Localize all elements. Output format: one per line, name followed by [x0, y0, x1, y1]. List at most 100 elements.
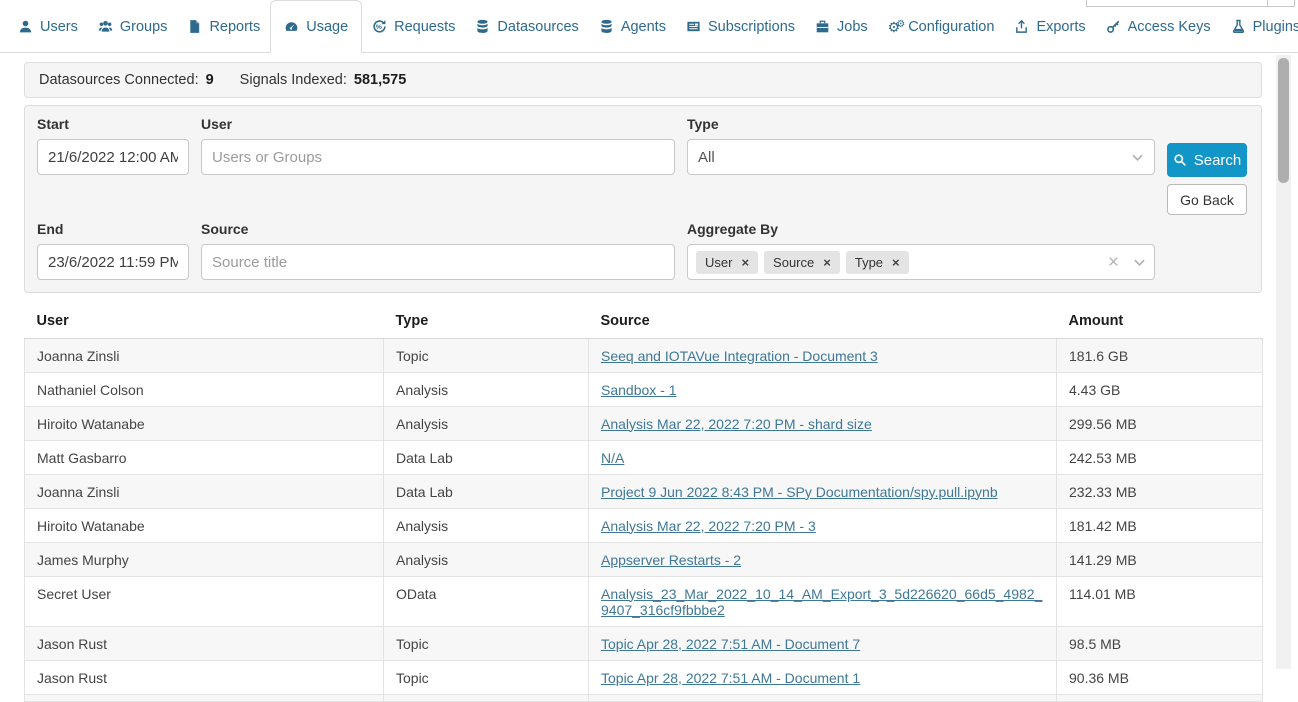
amount-cell: 299.56 MB — [1057, 407, 1263, 441]
amount-cell: 181.42 MB — [1057, 509, 1263, 543]
tab-groups[interactable]: Groups — [88, 0, 178, 53]
user-cell: Joanna Zinsli — [25, 475, 384, 509]
tab-exports[interactable]: Exports — [1004, 0, 1095, 53]
chevron-down-icon — [1133, 256, 1146, 269]
tab-agents[interactable]: Agents — [589, 0, 676, 53]
type-cell: Analysis — [384, 509, 589, 543]
main-content: Datasources Connected: 9 Signals Indexed… — [24, 62, 1262, 702]
aggregate-tags: User×Source×Type× — [696, 251, 1102, 274]
type-field-group: Type All — [687, 116, 1155, 215]
amount-cell: 4.43 GB — [1057, 373, 1263, 407]
aggregate-by-multiselect[interactable]: User×Source×Type× × — [687, 244, 1155, 280]
tab-label: Users — [40, 19, 78, 35]
source-cell: Topic Apr 28, 2022 7:51 AM - Document 7 — [589, 627, 1057, 661]
source-link[interactable]: Appserver Restarts - 2 — [601, 552, 741, 568]
type-cell: Analysis — [384, 373, 589, 407]
tab-access-keys[interactable]: Access Keys — [1096, 0, 1221, 53]
search-button-label: Search — [1194, 152, 1242, 169]
end-field-group: End — [37, 221, 189, 280]
start-field-group: Start — [37, 116, 189, 215]
column-header-amount: Amount — [1057, 303, 1263, 339]
tab-configuration[interactable]: ⚙⚙Configuration — [878, 0, 1005, 53]
remove-tag-icon[interactable]: × — [892, 256, 900, 269]
user-cell: Jason Rust — [25, 627, 384, 661]
table-row: Matt GasbarroData LabN/A242.53 MB — [25, 441, 1263, 475]
usage-table-body: Joanna ZinsliTopicSeeq and IOTAVue Integ… — [25, 339, 1263, 702]
partial-cell — [25, 695, 384, 702]
table-row: Joanna ZinsliData LabProject 9 Jun 2022 … — [25, 475, 1263, 509]
user-field-group: User — [201, 116, 675, 215]
user-cell: James Murphy — [25, 543, 384, 577]
table-row: Jason RustTopicTopic Apr 28, 2022 7:51 A… — [25, 661, 1263, 695]
source-label: Source — [201, 221, 675, 237]
clear-all-icon[interactable]: × — [1108, 253, 1119, 272]
column-header-type: Type — [384, 303, 589, 339]
tab-requests[interactable]: % Requests — [362, 0, 465, 53]
type-cell: Analysis — [384, 543, 589, 577]
source-link[interactable]: Analysis_23_Mar_2022_10_14_AM_Export_3_5… — [601, 586, 1042, 618]
source-cell: Analysis Mar 22, 2022 7:20 PM - 3 — [589, 509, 1057, 543]
remove-tag-icon[interactable]: × — [741, 256, 749, 269]
user-cell: Hiroito Watanabe — [25, 509, 384, 543]
type-select[interactable]: All — [687, 139, 1155, 175]
tab-label: Plugins — [1253, 19, 1298, 35]
partial-cell — [384, 695, 589, 702]
type-cell: Data Lab — [384, 441, 589, 475]
source-link[interactable]: Topic Apr 28, 2022 7:51 AM - Document 7 — [601, 636, 860, 652]
go-back-button[interactable]: Go Back — [1167, 184, 1247, 215]
stat-value: 9 — [206, 72, 214, 88]
source-link[interactable]: Seeq and IOTAVue Integration - Document … — [601, 348, 878, 364]
source-link[interactable]: N/A — [601, 450, 624, 466]
user-cell: Hiroito Watanabe — [25, 407, 384, 441]
search-button[interactable]: Search — [1167, 143, 1247, 177]
tab-label: Requests — [394, 19, 455, 35]
aggregate-tag-type: Type × — [846, 251, 909, 274]
tab-plugins[interactable]: Plugins — [1221, 0, 1298, 53]
amount-cell: 232.33 MB — [1057, 475, 1263, 509]
tab-datasources[interactable]: Datasources — [465, 0, 588, 53]
tab-reports[interactable]: Reports — [177, 0, 270, 53]
vertical-scrollbar-thumb[interactable] — [1278, 58, 1289, 183]
source-cell: Sandbox - 1 — [589, 373, 1057, 407]
source-link[interactable]: Sandbox - 1 — [601, 382, 677, 398]
table-row-partial — [25, 695, 1263, 702]
tab-label: Access Keys — [1128, 19, 1211, 35]
amount-cell: 141.29 MB — [1057, 543, 1263, 577]
source-link[interactable]: Analysis Mar 22, 2022 7:20 PM - 3 — [601, 518, 816, 534]
tab-subscriptions[interactable]: Subscriptions — [676, 0, 805, 53]
user-label: User — [201, 116, 675, 132]
user-icon — [18, 19, 33, 34]
tab-users[interactable]: Users — [8, 0, 88, 53]
nav-tabs: Users Groups Reports Usage% Requests Datasour… — [8, 0, 1298, 53]
tab-label: Reports — [209, 19, 260, 35]
newspaper-icon — [686, 19, 701, 34]
database-icon — [599, 19, 614, 34]
flask-icon — [1231, 19, 1246, 34]
source-cell: Project 9 Jun 2022 8:43 PM - SPy Documen… — [589, 475, 1057, 509]
svg-text:%: % — [376, 24, 382, 31]
source-link[interactable]: Topic Apr 28, 2022 7:51 AM - Document 1 — [601, 670, 860, 686]
source-link[interactable]: Project 9 Jun 2022 8:43 PM - SPy Documen… — [601, 484, 998, 500]
user-search-input[interactable] — [201, 139, 675, 175]
source-field-group: Source — [201, 221, 675, 280]
table-row: Jason RustTopicTopic Apr 28, 2022 7:51 A… — [25, 627, 1263, 661]
end-date-input[interactable] — [37, 244, 189, 280]
stat-datasources-connected: Datasources Connected: 9 — [39, 72, 214, 88]
tab-jobs[interactable]: Jobs — [805, 0, 878, 53]
tag-label: Type — [855, 255, 883, 270]
filter-spacer — [1167, 221, 1247, 280]
source-title-input[interactable] — [201, 244, 675, 280]
filter-buttons: Search Go Back — [1167, 143, 1247, 215]
source-cell: Analysis_23_Mar_2022_10_14_AM_Export_3_5… — [589, 577, 1057, 627]
remove-tag-icon[interactable]: × — [823, 256, 831, 269]
source-link[interactable]: Analysis Mar 22, 2022 7:20 PM - shard si… — [601, 416, 872, 432]
vertical-scrollbar-track[interactable] — [1276, 55, 1291, 669]
report-file-icon — [187, 19, 202, 34]
key-icon — [1106, 19, 1121, 34]
tab-usage[interactable]: Usage — [270, 0, 362, 53]
user-cell: Jason Rust — [25, 661, 384, 695]
start-date-input[interactable] — [37, 139, 189, 175]
history-percent-icon: % — [372, 19, 387, 34]
start-label: Start — [37, 116, 189, 132]
export-arrow-icon — [1014, 19, 1029, 34]
